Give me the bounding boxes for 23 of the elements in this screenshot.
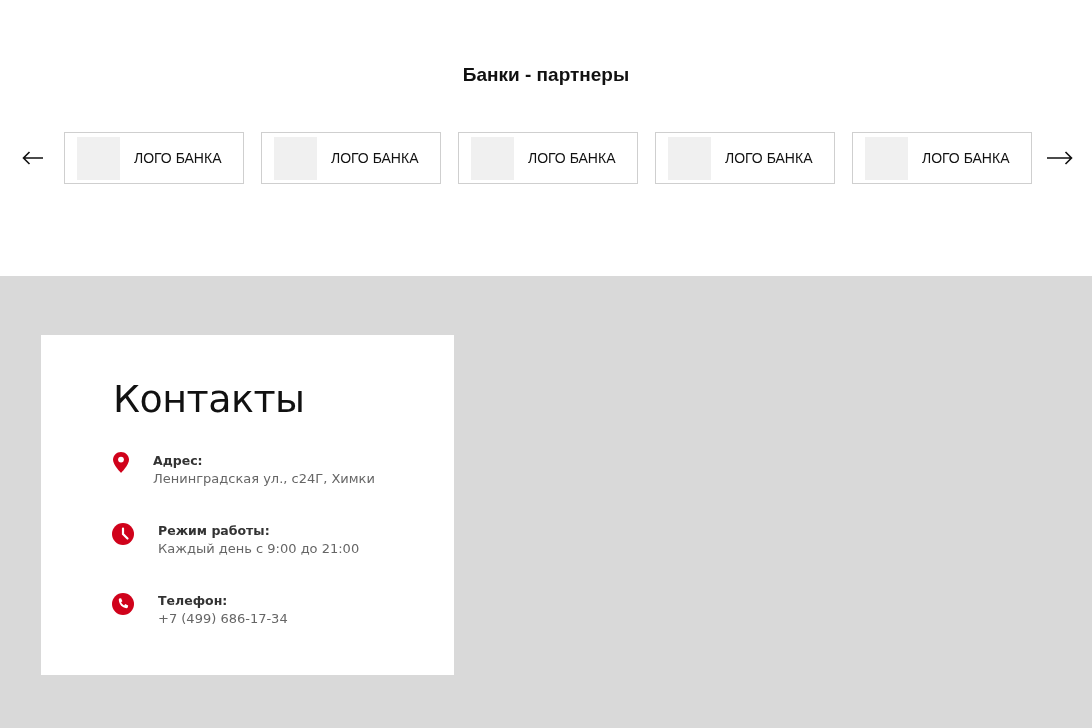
phone-icon [112,593,134,615]
contact-label: Телефон: [158,592,229,610]
contacts-heading: Контакты [113,377,306,421]
contact-label: Режим работы: [158,522,271,540]
bank-name: ЛОГО БАНКА [725,149,813,167]
clock-icon [112,523,134,545]
contact-value: Каждый день с 9:00 до 21:00 [158,540,360,558]
location-pin-icon [113,452,129,473]
bank-card[interactable]: ЛОГО БАНКА [852,132,1032,184]
bank-card[interactable]: ЛОГО БАНКА [655,132,835,184]
section-title: Банки - партнеры [461,63,631,87]
bank-card[interactable]: ЛОГО БАНКА [261,132,441,184]
bank-name: ЛОГО БАНКА [331,149,419,167]
bank-name: ЛОГО БАНКА [922,149,1010,167]
contact-value: +7 (499) 686-17-34 [158,610,288,628]
bank-card[interactable]: ЛОГО БАНКА [458,132,638,184]
arrow-left-icon[interactable] [22,151,44,165]
contact-value: Ленинградская ул., с24Г, Химки [153,470,375,488]
bank-card[interactable]: ЛОГО БАНКА [64,132,244,184]
bank-name: ЛОГО БАНКА [528,149,616,167]
bank-name: ЛОГО БАНКА [134,149,222,167]
contact-label: Адрес: [153,452,204,470]
arrow-right-icon[interactable] [1047,151,1073,165]
